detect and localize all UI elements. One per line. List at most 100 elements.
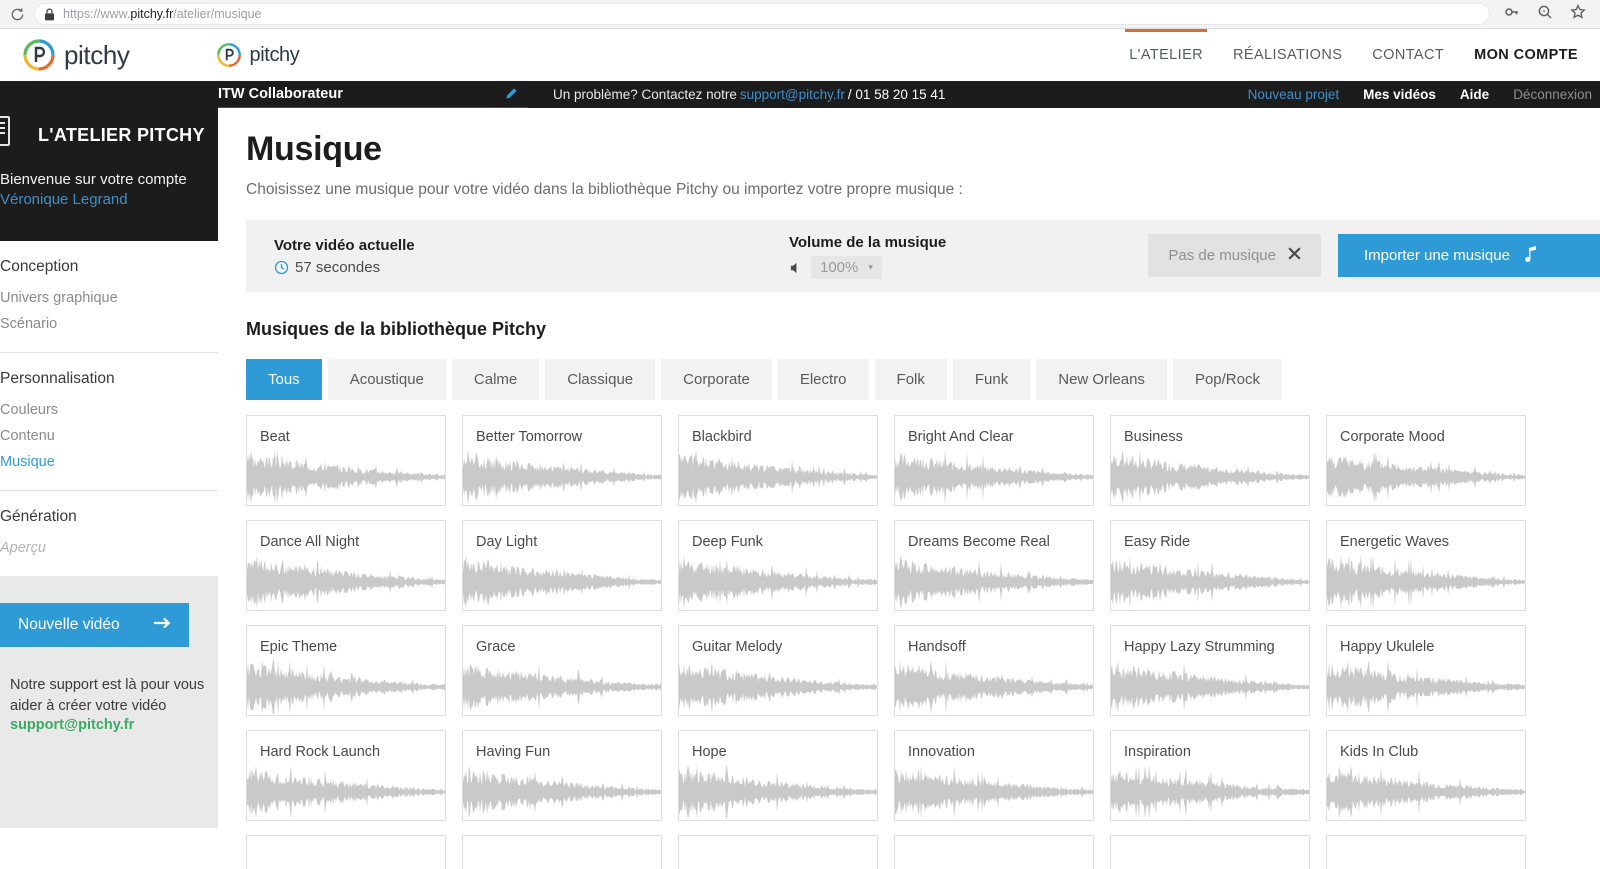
volume-block: Volume de la musique 100% ▾	[789, 234, 946, 279]
music-card-title: Easy Ride	[1124, 534, 1191, 550]
new-video-label: Nouvelle vidéo	[18, 616, 120, 633]
pencil-icon[interactable]	[504, 87, 518, 101]
category-tab-classique[interactable]: Classique	[545, 359, 656, 400]
reload-icon[interactable]	[0, 0, 34, 29]
page-title: Musique	[246, 130, 382, 168]
music-card[interactable]: Inspiration	[1110, 730, 1310, 821]
zoom-icon[interactable]	[1537, 4, 1553, 25]
music-card[interactable]: Hard Rock Launch	[246, 730, 446, 821]
atelier-badge-icon	[0, 116, 10, 146]
lock-icon	[44, 8, 55, 21]
chevron-down-icon: ▾	[868, 262, 873, 272]
music-card[interactable]: Day Light	[462, 520, 662, 611]
sidebar-item-musique[interactable]: Musique	[0, 449, 218, 475]
music-card[interactable]: Grace	[462, 625, 662, 716]
music-card[interactable]	[678, 835, 878, 869]
site-header: pitchy pitchy L'ATELIER RÉALISATIONS CON…	[0, 29, 1600, 81]
music-card-title: Bright And Clear	[908, 429, 1014, 445]
new-video-button[interactable]: Nouvelle vidéo	[0, 603, 189, 647]
music-card[interactable]: Handsoff	[894, 625, 1094, 716]
nav-item-atelier[interactable]: L'ATELIER	[1125, 29, 1207, 81]
logo-secondary-text: pitchy	[249, 43, 300, 66]
utility-link-aide[interactable]: Aide	[1460, 87, 1489, 102]
welcome-user[interactable]: Véronique Legrand	[0, 191, 218, 208]
category-tab-acoustique[interactable]: Acoustique	[327, 359, 446, 400]
category-tab-pop-rock[interactable]: Pop/Rock	[1172, 359, 1282, 400]
sidebar-item-couleurs[interactable]: Couleurs	[0, 397, 218, 423]
category-tabs: Tous Acoustique Calme Classique Corporate Ele…	[246, 359, 1600, 400]
music-card-title: Hard Rock Launch	[260, 744, 381, 760]
sidebar-item-apercu[interactable]: Aperçu	[0, 535, 218, 561]
music-card[interactable]: Better Tomorrow	[462, 415, 662, 506]
music-card[interactable]	[1326, 835, 1526, 869]
music-card[interactable]	[462, 835, 662, 869]
music-card[interactable]	[894, 835, 1094, 869]
waveform-icon	[1111, 765, 1309, 819]
music-card[interactable]: Deep Funk	[678, 520, 878, 611]
category-tab-calme[interactable]: Calme	[451, 359, 540, 400]
music-card-title: Happy Ukulele	[1340, 639, 1435, 655]
music-card-title: Blackbird	[692, 429, 752, 445]
sidebar-item-contenu[interactable]: Contenu	[0, 423, 218, 449]
nav-item-mon-compte[interactable]: MON COMPTE	[1474, 29, 1578, 81]
star-icon[interactable]	[1570, 3, 1586, 25]
project-name-field[interactable]: ITW Collaborateur	[218, 81, 528, 108]
logo-primary[interactable]: pitchy	[22, 38, 130, 72]
music-card[interactable]: Dreams Become Real	[894, 520, 1094, 611]
import-music-button[interactable]: Importer une musique	[1338, 234, 1600, 277]
music-card-title: Epic Theme	[260, 639, 338, 655]
category-tab-tous[interactable]: Tous	[246, 359, 322, 400]
music-card[interactable]: Dance All Night	[246, 520, 446, 611]
volume-select[interactable]: 100% ▾	[811, 256, 882, 279]
support-prefix: Un problème? Contactez notre	[553, 87, 737, 102]
category-tab-funk[interactable]: Funk	[952, 359, 1031, 400]
music-card[interactable]: Guitar Melody	[678, 625, 878, 716]
page-subtitle: Choisissez une musique pour votre vidéo …	[246, 181, 963, 198]
music-card[interactable]: Corporate Mood	[1326, 415, 1526, 506]
music-card[interactable]: Happy Lazy Strumming	[1110, 625, 1310, 716]
music-card[interactable]: Innovation	[894, 730, 1094, 821]
category-tab-electro[interactable]: Electro	[777, 359, 869, 400]
support-card-text: Notre support est là pour vous aider à c…	[10, 677, 205, 714]
music-card[interactable]	[246, 835, 446, 869]
sidebar: L'ATELIER PITCHY Bienvenue sur votre com…	[0, 108, 218, 869]
music-card[interactable]: Beat	[246, 415, 446, 506]
category-tab-corporate[interactable]: Corporate	[661, 359, 772, 400]
music-card-title: Energetic Waves	[1340, 534, 1450, 550]
music-card[interactable]: Kids In Club	[1326, 730, 1526, 821]
import-music-label: Importer une musique	[1364, 247, 1510, 264]
music-card[interactable]: Having Fun	[462, 730, 662, 821]
music-card[interactable]: Blackbird	[678, 415, 878, 506]
category-tab-new-orleans[interactable]: New Orleans	[1036, 359, 1167, 400]
music-card[interactable]: Energetic Waves	[1326, 520, 1526, 611]
volume-label: Volume de la musique	[789, 234, 947, 251]
sidebar-item-univers-graphique[interactable]: Univers graphique	[0, 285, 218, 311]
music-card[interactable]: Happy Ukulele	[1326, 625, 1526, 716]
music-card[interactable]: Business	[1110, 415, 1310, 506]
waveform-icon	[1111, 555, 1309, 609]
speaker-icon[interactable]	[789, 261, 803, 275]
utility-link-nouveau-projet[interactable]: Nouveau projet	[1248, 87, 1340, 102]
nav-item-contact[interactable]: CONTACT	[1372, 29, 1444, 81]
support-email-link[interactable]: support@pitchy.fr	[740, 87, 845, 102]
nav-item-realisations[interactable]: RÉALISATIONS	[1233, 29, 1342, 81]
music-card-title: Corporate Mood	[1340, 429, 1445, 445]
no-music-button[interactable]: Pas de musique	[1148, 234, 1321, 277]
music-card[interactable]	[1110, 835, 1310, 869]
utility-link-deconnexion[interactable]: Déconnexion	[1513, 87, 1592, 102]
support-card-email[interactable]: support@pitchy.fr	[10, 717, 134, 733]
music-card-title: Happy Lazy Strumming	[1124, 639, 1275, 655]
address-bar[interactable]: https://www.pitchy.fr/atelier/musique	[34, 3, 1490, 25]
music-card[interactable]: Epic Theme	[246, 625, 446, 716]
utility-link-mes-videos[interactable]: Mes vidéos	[1363, 87, 1436, 102]
project-name-text: ITW Collaborateur	[218, 86, 343, 102]
category-tab-folk[interactable]: Folk	[874, 359, 947, 400]
music-card[interactable]: Easy Ride	[1110, 520, 1310, 611]
waveform-icon	[1111, 450, 1309, 504]
music-card[interactable]: Bright And Clear	[894, 415, 1094, 506]
key-icon[interactable]	[1504, 4, 1520, 25]
logo-secondary[interactable]: pitchy	[216, 42, 300, 68]
music-card[interactable]: Hope	[678, 730, 878, 821]
sidebar-item-scenario[interactable]: Scénario	[0, 311, 218, 337]
waveform-icon	[247, 450, 445, 504]
